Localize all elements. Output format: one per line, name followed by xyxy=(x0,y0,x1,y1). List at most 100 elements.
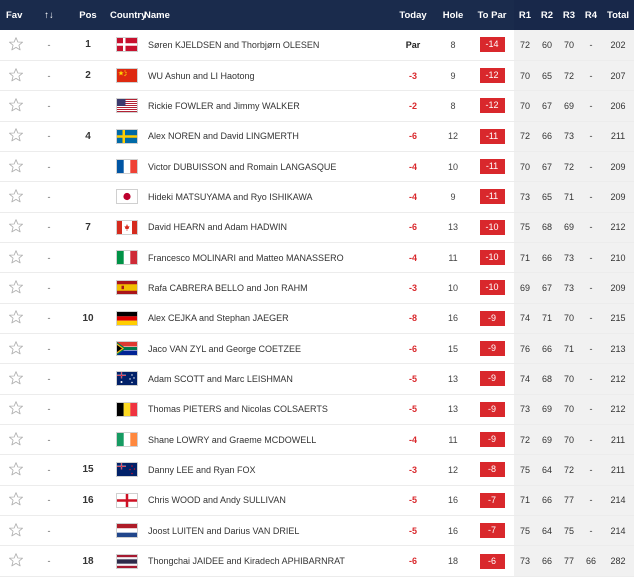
favorite-toggle[interactable] xyxy=(0,211,32,243)
star-icon[interactable] xyxy=(8,188,24,204)
table-row[interactable]: -7 David HEARN and Adam HADWIN -6 13 -10 75 68… xyxy=(0,211,634,243)
table-row[interactable]: -18 Thongchai JAIDEE and Kiradech APHIBAR… xyxy=(0,545,634,577)
star-icon[interactable] xyxy=(8,127,24,143)
favorite-toggle[interactable] xyxy=(0,363,32,395)
player-names-link[interactable]: Hideki MATSUYAMA and Ryo ISHIKAWA xyxy=(144,181,390,213)
table-row[interactable]: -16 Chris WOOD and Andy SULLIVAN -5 16 -7 71 6… xyxy=(0,484,634,517)
favorite-toggle[interactable] xyxy=(0,484,32,517)
leaderboard-body: -1 Søren KJELDSEN and Thorbjørn OLESEN Par… xyxy=(0,30,634,577)
player-names-link[interactable]: Chris WOOD and Andy SULLIVAN xyxy=(144,484,390,517)
round-4-score: - xyxy=(580,211,602,243)
favorite-toggle[interactable] xyxy=(0,272,32,304)
header-name[interactable]: Name xyxy=(144,0,390,30)
favorite-toggle[interactable] xyxy=(0,30,32,61)
star-icon[interactable] xyxy=(8,97,24,113)
player-names-link[interactable]: Søren KJELDSEN and Thorbjørn OLESEN xyxy=(144,30,390,61)
star-icon[interactable] xyxy=(8,491,24,507)
header-r2[interactable]: R2 xyxy=(536,0,558,30)
hole-number: 11 xyxy=(436,242,470,274)
favorite-toggle[interactable] xyxy=(0,424,32,456)
player-names-link[interactable]: David HEARN and Adam HADWIN xyxy=(144,211,390,243)
table-row[interactable]: - Joost LUITEN and Darius VAN DRIEL -5 16 -7… xyxy=(0,515,634,547)
favorite-toggle[interactable] xyxy=(0,545,32,577)
table-row[interactable]: -10 Alex CEJKA and Stephan JAEGER -8 16 -9 74… xyxy=(0,302,634,334)
star-icon[interactable] xyxy=(8,309,24,325)
favorite-toggle[interactable] xyxy=(0,151,32,183)
header-today[interactable]: Today xyxy=(390,0,436,30)
header-country[interactable]: Country xyxy=(110,0,146,30)
star-icon[interactable] xyxy=(8,552,24,568)
table-row[interactable]: - Victor DUBUISSON and Romain LANGASQUE -4… xyxy=(0,151,634,183)
favorite-toggle[interactable] xyxy=(0,302,32,334)
table-row[interactable]: - Thomas PIETERS and Nicolas COLSAERTS -5 1… xyxy=(0,394,634,425)
table-row[interactable]: - Shane LOWRY and Graeme MCDOWELL -4 11 -9 72… xyxy=(0,424,634,456)
favorite-toggle[interactable] xyxy=(0,515,32,547)
germany-flag-icon xyxy=(116,310,138,326)
star-icon[interactable] xyxy=(8,340,24,356)
table-row[interactable]: - Francesco MOLINARI and Matteo MANASSERO… xyxy=(0,242,634,274)
player-names-link[interactable]: Rickie FOWLER and Jimmy WALKER xyxy=(144,90,390,122)
hole-number: 13 xyxy=(436,211,470,243)
star-icon[interactable] xyxy=(8,279,24,295)
total-score: 207 xyxy=(602,59,634,92)
player-names-link[interactable]: Shane LOWRY and Graeme MCDOWELL xyxy=(144,424,390,456)
player-names-link[interactable]: Rafa CABRERA BELLO and Jon RAHM xyxy=(144,272,390,304)
table-row[interactable]: -2 WU Ashun and LI Haotong -3 9 -12 70 65 72-20… xyxy=(0,59,634,92)
player-names-link[interactable]: Adam SCOTT and Marc LEISHMAN xyxy=(144,363,390,395)
round-4-score: - xyxy=(580,181,602,213)
player-names-link[interactable]: Alex NOREN and David LINGMERTH xyxy=(144,120,390,152)
header-sort-arrows[interactable]: ↑↓ xyxy=(32,0,66,30)
star-icon[interactable] xyxy=(8,158,24,174)
table-row[interactable]: - Hideki MATSUYAMA and Ryo ISHIKAWA -4 9 -11… xyxy=(0,181,634,213)
favorite-toggle[interactable] xyxy=(0,394,32,425)
to-par-cell: -12 xyxy=(470,59,514,92)
star-icon[interactable] xyxy=(8,461,24,477)
table-row[interactable]: - Adam SCOTT and Marc LEISHMAN -5 13 -9 74 68 7… xyxy=(0,363,634,395)
player-names-link[interactable]: Thomas PIETERS and Nicolas COLSAERTS xyxy=(144,394,390,425)
star-icon[interactable] xyxy=(8,67,24,83)
header-pos[interactable]: Pos xyxy=(66,0,110,30)
player-names-link[interactable]: WU Ashun and LI Haotong xyxy=(144,59,390,92)
favorite-toggle[interactable] xyxy=(0,120,32,152)
favorite-toggle[interactable] xyxy=(0,242,32,274)
header-total[interactable]: Total xyxy=(602,0,634,30)
table-row[interactable]: -15 Danny LEE and Ryan FOX -3 12 -8 75 64 72-21… xyxy=(0,454,634,486)
table-row[interactable]: -4 Alex NOREN and David LINGMERTH -6 12 -11 7… xyxy=(0,120,634,152)
favorite-toggle[interactable] xyxy=(0,333,32,365)
position-movement: - xyxy=(32,211,66,243)
star-icon[interactable] xyxy=(8,36,24,52)
table-row[interactable]: - Rickie FOWLER and Jimmy WALKER -2 8 -12 70 6… xyxy=(0,90,634,122)
table-row[interactable]: -1 Søren KJELDSEN and Thorbjørn OLESEN Par… xyxy=(0,30,634,61)
player-names-link[interactable]: Jaco VAN ZYL and George COETZEE xyxy=(144,333,390,365)
star-icon[interactable] xyxy=(8,522,24,538)
player-names-link[interactable]: Alex CEJKA and Stephan JAEGER xyxy=(144,302,390,334)
today-score: -3 xyxy=(390,454,436,486)
player-names-link[interactable]: Francesco MOLINARI and Matteo MANASSERO xyxy=(144,242,390,274)
round-1-score: 75 xyxy=(514,515,536,547)
header-topar[interactable]: To Par xyxy=(470,0,514,30)
player-names-link[interactable]: Danny LEE and Ryan FOX xyxy=(144,454,390,486)
player-names-link[interactable]: Joost LUITEN and Darius VAN DRIEL xyxy=(144,515,390,547)
header-r1[interactable]: R1 xyxy=(514,0,536,30)
star-icon[interactable] xyxy=(8,370,24,386)
star-icon[interactable] xyxy=(8,218,24,234)
player-names-link[interactable]: Victor DUBUISSON and Romain LANGASQUE xyxy=(144,151,390,183)
star-icon[interactable] xyxy=(8,249,24,265)
country-flag-cell xyxy=(110,545,144,577)
table-row[interactable]: - Jaco VAN ZYL and George COETZEE -6 15 -9 76… xyxy=(0,333,634,365)
header-r4[interactable]: R4 xyxy=(580,0,602,30)
hole-number: 11 xyxy=(436,424,470,456)
favorite-toggle[interactable] xyxy=(0,59,32,92)
header-r3[interactable]: R3 xyxy=(558,0,580,30)
header-hole[interactable]: Hole xyxy=(436,0,470,30)
total-score: 212 xyxy=(602,394,634,425)
to-par-badge: -11 xyxy=(479,189,505,205)
player-names-link[interactable]: Thongchai JAIDEE and Kiradech APHIBARNRA… xyxy=(144,545,390,577)
star-icon[interactable] xyxy=(8,400,24,416)
round-2-score: 69 xyxy=(536,394,558,425)
table-row[interactable]: - Rafa CABRERA BELLO and Jon RAHM -3 10 -10 6… xyxy=(0,272,634,304)
favorite-toggle[interactable] xyxy=(0,181,32,213)
star-icon[interactable] xyxy=(8,431,24,447)
favorite-toggle[interactable] xyxy=(0,454,32,486)
favorite-toggle[interactable] xyxy=(0,90,32,122)
